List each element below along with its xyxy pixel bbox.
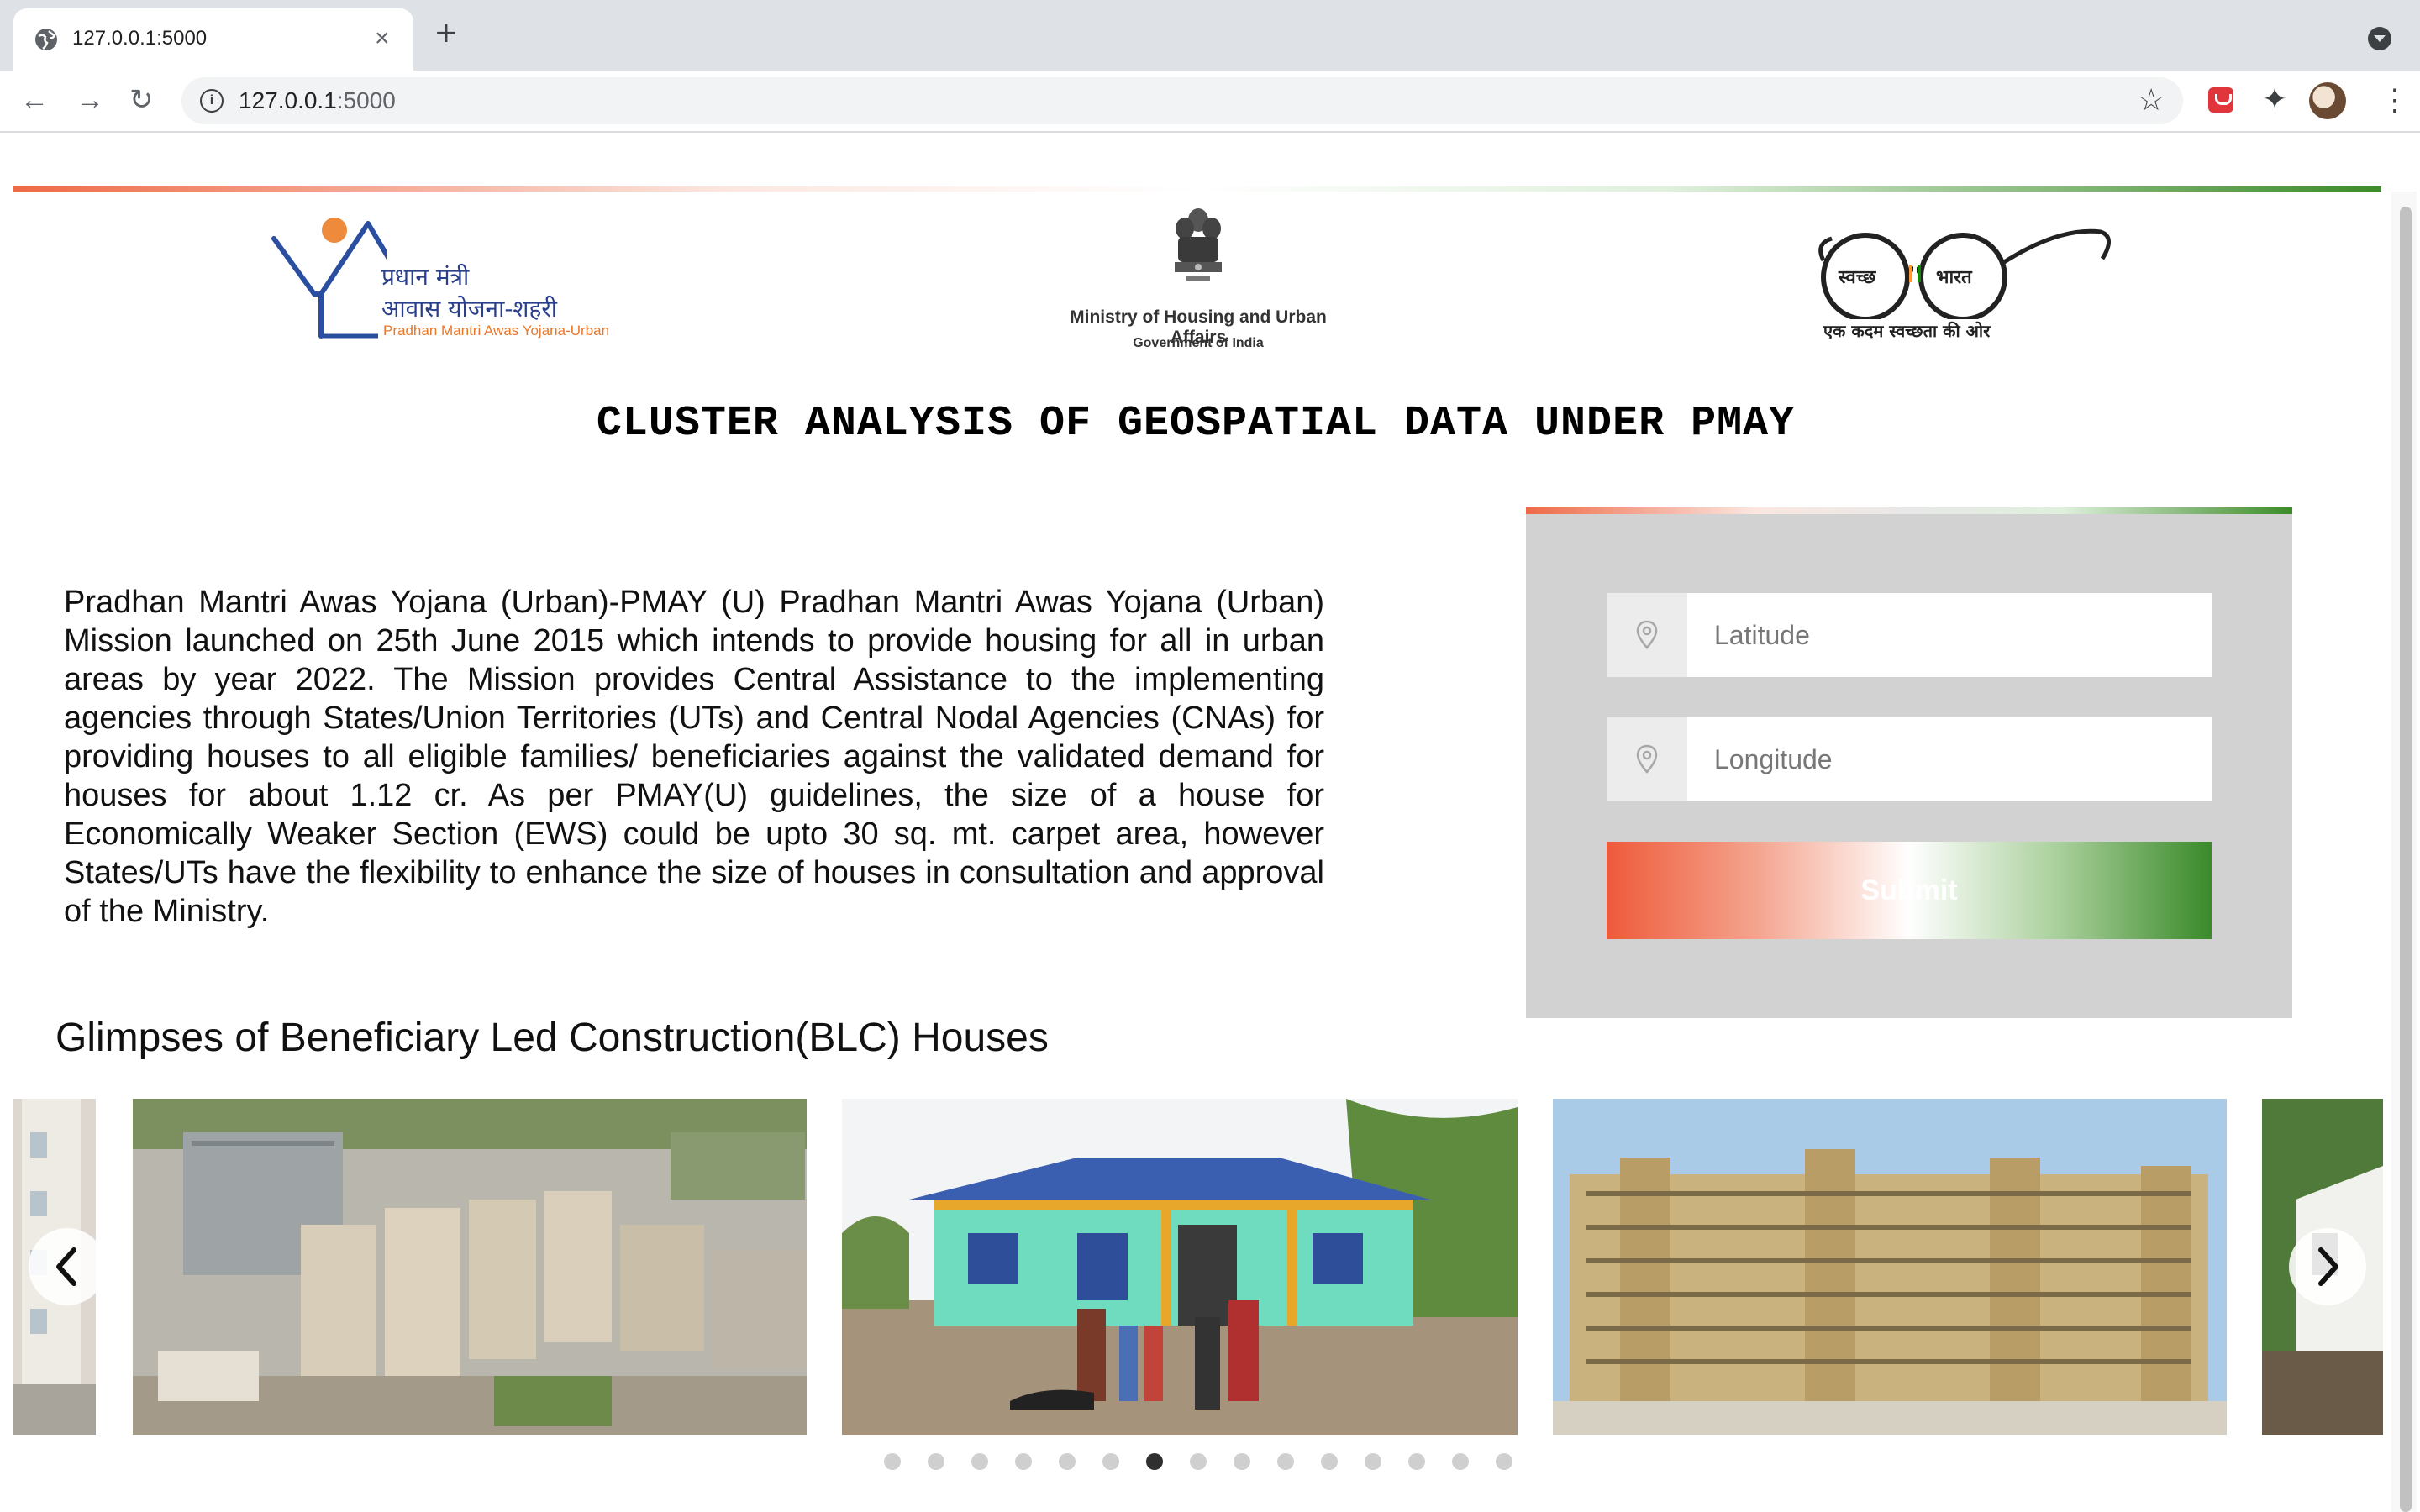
pmay-description: Pradhan Mantri Awas Yojana (Urban)-PMAY … (64, 585, 1324, 929)
gallery-heading: Glimpses of Beneficiary Led Construction… (55, 1016, 1049, 1060)
longitude-pin-box (1607, 717, 1687, 801)
carousel-dot[interactable] (1321, 1453, 1338, 1470)
carousel-prev-button[interactable] (29, 1228, 106, 1305)
globe-icon (35, 29, 57, 50)
ministry-logo: Ministry of Housing and Urban Affairs Go… (1042, 202, 1355, 361)
carousel-dot[interactable] (1102, 1453, 1119, 1470)
carousel-dot[interactable] (1452, 1453, 1469, 1470)
tab-search-icon[interactable] (2368, 27, 2391, 50)
pmay-hindi-line1: प्रधान मंत्री (381, 263, 470, 291)
info-icon[interactable]: i (200, 89, 224, 113)
government-of-india: Government of India (1133, 336, 1264, 350)
carousel-dot[interactable] (971, 1453, 988, 1470)
carousel-dot[interactable] (1190, 1453, 1207, 1470)
reload-button[interactable]: ↻ (129, 81, 154, 119)
carousel-next-button[interactable] (2289, 1228, 2366, 1305)
carousel-dot[interactable] (928, 1453, 944, 1470)
map-pin-icon (1636, 620, 1658, 649)
carousel-dot[interactable] (1146, 1453, 1163, 1470)
carousel-dot[interactable] (1059, 1453, 1076, 1470)
pmay-hindi-line2: आवास योजना-शहरी (381, 295, 558, 323)
chevron-right-icon (2318, 1247, 2338, 1286)
longitude-input[interactable] (1687, 717, 2218, 801)
carousel-slide-aerial[interactable] (133, 1099, 807, 1435)
latitude-input[interactable] (1687, 593, 2218, 677)
carousel-dot[interactable] (1277, 1453, 1294, 1470)
address-url[interactable]: 127.0.0.1:5000 (239, 84, 396, 118)
chevron-left-icon (56, 1247, 76, 1286)
page-title: CLUSTER ANALYSIS OF GEOSPATIAL DATA UNDE… (596, 400, 1796, 448)
bookmark-star-icon[interactable]: ☆ (2138, 81, 2165, 119)
carousel-dot[interactable] (884, 1453, 901, 1470)
tab-title: 127.0.0.1:5000 (72, 27, 208, 50)
tricolor-divider (13, 186, 2381, 192)
browser-menu-icon[interactable]: ⋮ (2380, 81, 2410, 119)
browser-tab[interactable]: 127.0.0.1:5000 × (13, 8, 413, 71)
swachh-tagline: एक कदम स्वच्छता की ओर (1823, 321, 1991, 341)
map-pin-icon (1636, 744, 1658, 774)
carousel-dot[interactable] (1234, 1453, 1250, 1470)
carousel-slide-apartment-block[interactable] (1553, 1099, 2227, 1435)
coordinates-form: Submit (1526, 507, 2292, 1018)
carousel-dot[interactable] (1015, 1453, 1032, 1470)
url-host: 127.0.0.1 (239, 87, 337, 113)
house-photo (1553, 1099, 2227, 1435)
url-port: :5000 (336, 87, 396, 113)
carousel-slide-family-house[interactable] (842, 1099, 1518, 1435)
extensions-puzzle-icon[interactable]: ✦ (2262, 82, 2287, 116)
pmay-logo: प्रधान मंत्री आवास योजना-शहरी Pradhan Ma… (269, 210, 609, 344)
pmay-english: Pradhan Mantri Awas Yojana-Urban (383, 323, 610, 339)
carousel-dot[interactable] (1496, 1453, 1512, 1470)
pocket-extension-icon[interactable] (2208, 87, 2233, 113)
swachh-word: स्वच्छ (1839, 267, 1876, 288)
longitude-field[interactable] (1607, 717, 2218, 801)
new-tab-button[interactable]: + (435, 15, 457, 52)
forward-button[interactable]: → (76, 81, 104, 119)
profile-avatar[interactable] (2309, 82, 2346, 119)
pmay-house-icon (271, 218, 387, 339)
form-tricolor-bar (1526, 507, 2292, 514)
bharat-word: भारत (1936, 267, 1972, 288)
tab-close-icon[interactable]: × (375, 22, 390, 55)
national-emblem-icon (1175, 208, 1222, 281)
swachh-bharat-logo: स्वच्छ भारत एक कदम स्वच्छता की ओर (1807, 210, 2126, 353)
carousel-dot[interactable] (1365, 1453, 1381, 1470)
address-bar[interactable]: i 127.0.0.1:5000 (182, 77, 2183, 124)
back-button[interactable]: ← (20, 81, 49, 119)
carousel-dot[interactable] (1408, 1453, 1425, 1470)
latitude-field[interactable] (1607, 593, 2218, 677)
house-photo (133, 1099, 807, 1435)
scrollbar-thumb[interactable] (2400, 207, 2412, 1512)
house-photo (842, 1099, 1518, 1435)
submit-button[interactable]: Submit (1607, 842, 2212, 939)
latitude-pin-box (1607, 593, 1687, 677)
